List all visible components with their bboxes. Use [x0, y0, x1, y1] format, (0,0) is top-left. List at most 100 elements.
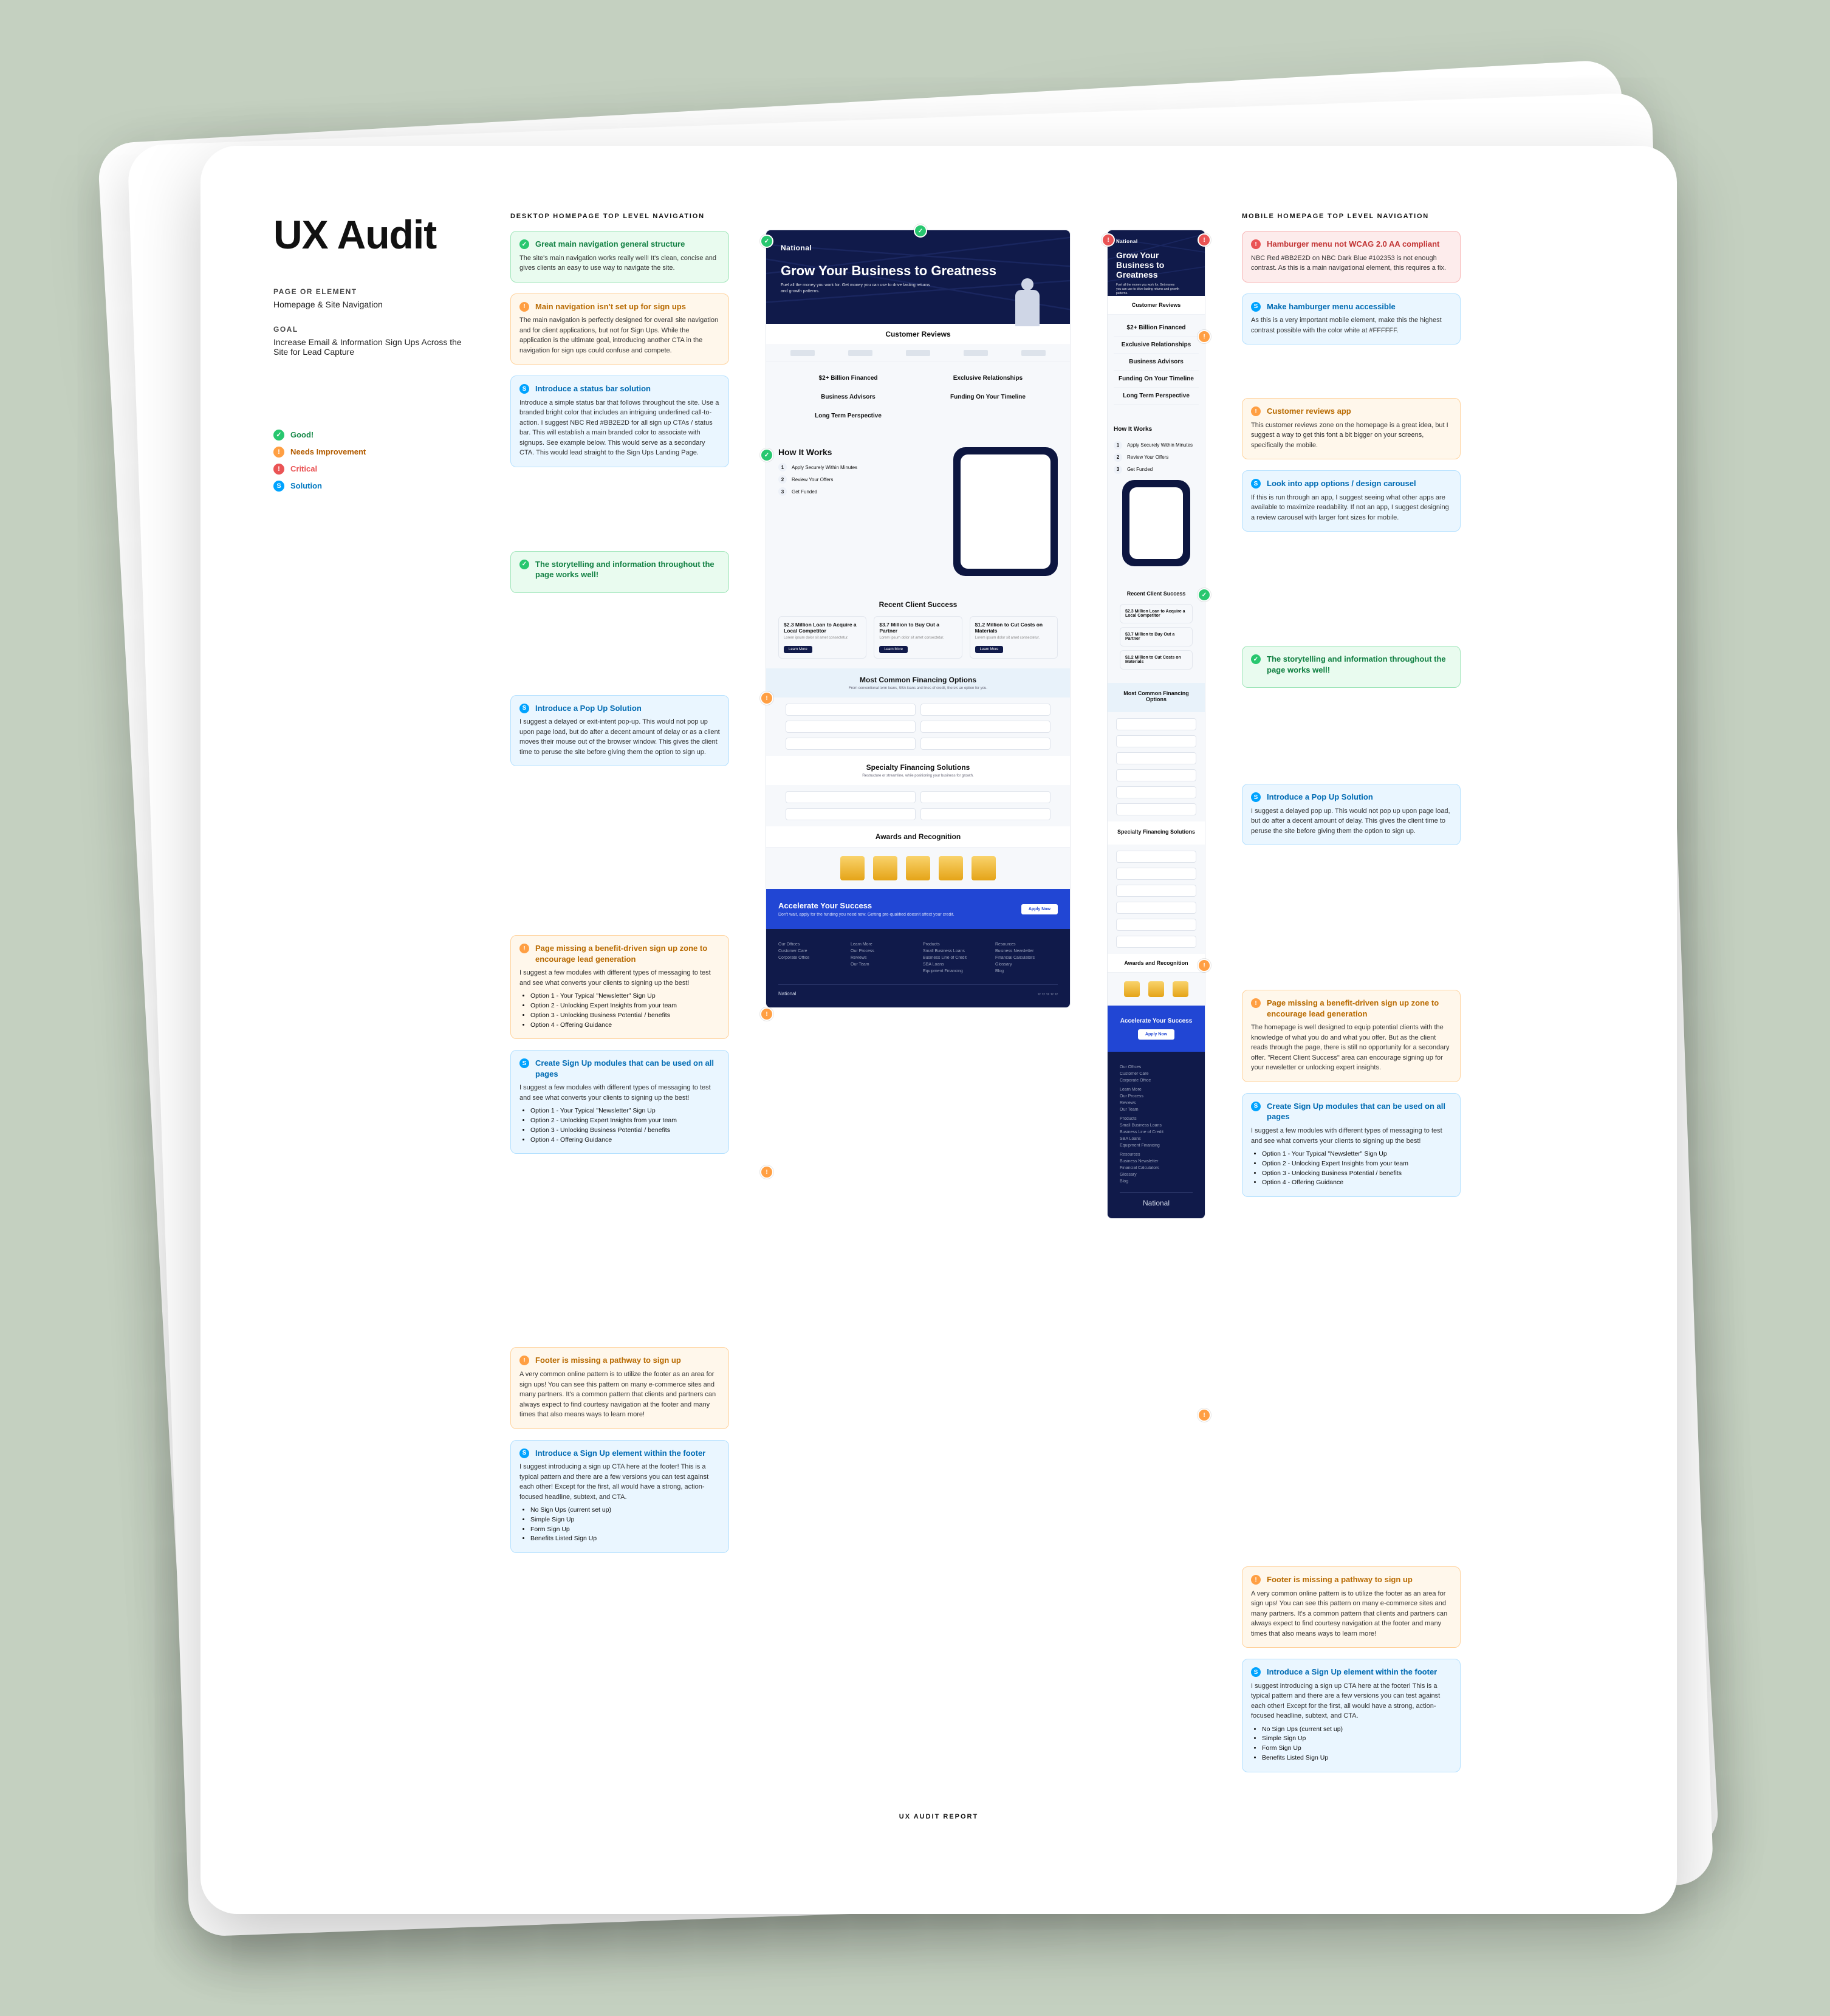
hiw-step: 3Get Funded	[1114, 465, 1199, 474]
audit-note: The storytelling and information through…	[510, 551, 729, 593]
case-1: $2.3 Million Loan to Acquire a Local Com…	[1125, 609, 1187, 618]
note-title: Create Sign Up modules that can be used …	[535, 1058, 720, 1079]
cta-button[interactable]: Apply Now	[1021, 904, 1058, 914]
marker-needs-icon: !	[1198, 959, 1211, 972]
audit-note: Hamburger menu not WCAG 2.0 AA compliant…	[1242, 231, 1461, 283]
note-body: A very common online pattern is to utili…	[1251, 1589, 1451, 1639]
hero-title: Grow Your Business to Greatness	[1116, 250, 1196, 279]
solution-icon	[519, 1058, 529, 1068]
marker-good-icon: ✓	[1198, 588, 1211, 602]
specialty-sub: Restructure or streamline, while positio…	[775, 774, 1061, 778]
legend: Good! Needs Improvement Critical Solutio…	[273, 430, 474, 492]
desktop-screenshot-container: National Grow Your Business to Greatness…	[766, 230, 1071, 1008]
note-title: Introduce a Pop Up Solution	[1267, 792, 1373, 803]
cta-title: Accelerate Your Success	[778, 901, 954, 910]
legend-good: Good!	[290, 430, 314, 439]
needs-icon	[519, 944, 529, 953]
audit-note: Great main navigation general structureT…	[510, 231, 729, 283]
note-body: As this is a very important mobile eleme…	[1251, 315, 1451, 335]
mobile-screenshot-container: National Grow Your Business to Greatness…	[1107, 230, 1205, 1219]
needs-icon	[1251, 406, 1261, 416]
solution-icon	[1251, 1667, 1261, 1677]
hero-illustration	[1009, 275, 1046, 324]
cta-button[interactable]: Apply Now	[1138, 1029, 1174, 1040]
note-body: The homepage is well designed to equip p…	[1251, 1023, 1451, 1073]
audit-note: Make hamburger menu accessibleAs this is…	[1242, 293, 1461, 345]
specialty-title: Specialty Financing Solutions	[775, 763, 1061, 772]
note-title: Customer reviews app	[1267, 406, 1351, 417]
solution-icon	[1251, 302, 1261, 312]
solution-icon	[519, 384, 529, 394]
marker-critical-icon: !	[1198, 233, 1211, 247]
specialty-title: Specialty Financing Solutions	[1116, 829, 1196, 835]
note-body: NBC Red #BB2E2D on NBC Dark Blue #102353…	[1251, 253, 1451, 273]
audit-note: Introduce a Pop Up SolutionI suggest a d…	[510, 695, 729, 767]
audit-note: Footer is missing a pathway to sign up A …	[1242, 1566, 1461, 1648]
goal-value: Increase Email & Information Sign Ups Ac…	[273, 337, 474, 357]
note-title: Introduce a Sign Up element within the f…	[535, 1448, 705, 1459]
footer-col: ProductsSmall Business LoansBusiness Lin…	[923, 940, 985, 976]
feature-item: Funding On Your Timeline	[918, 388, 1058, 406]
financing-title: Most Common Financing Options	[775, 676, 1061, 684]
marker-needs-icon: !	[760, 691, 773, 705]
feature-item: Long Term Perspective	[778, 406, 918, 425]
footer-col: ResourcesBusiness NewsletterFinancial Ca…	[995, 940, 1058, 976]
hiw-step: 1Apply Securely Within Minutes	[1114, 441, 1199, 450]
hero-sub: Fuel all the money you work for. Get mon…	[1116, 283, 1181, 296]
audit-page: UX Audit PAGE OR ELEMENT Homepage & Site…	[200, 146, 1677, 1914]
note-body: I suggest introducing a sign up CTA here…	[519, 1462, 720, 1502]
note-body: I suggest introducing a sign up CTA here…	[1251, 1681, 1451, 1721]
note-list: Option 1 - Your Typical "Newsletter" Sig…	[1251, 1150, 1451, 1188]
good-icon	[1251, 654, 1261, 664]
mobile-notes-column: MOBILE HOMEPAGE TOP LEVEL NAVIGATION Ham…	[1242, 213, 1461, 1783]
solution-icon	[273, 481, 284, 492]
financing-title: Most Common Financing Options	[1116, 690, 1196, 702]
note-body: I suggest a few modules with different t…	[1251, 1126, 1451, 1146]
case-3: $1.2 Million to Cut Costs on Materials	[1125, 656, 1187, 664]
legend-solution: Solution	[290, 481, 322, 490]
solution-icon	[1251, 1102, 1261, 1111]
footer-col: Learn MoreOur ProcessReviewsOur Team	[851, 940, 913, 976]
needs-icon	[1251, 1575, 1261, 1585]
note-title: The storytelling and information through…	[535, 559, 720, 580]
marker-needs-icon: !	[1198, 1408, 1211, 1422]
footer-col: ProductsSmall Business LoansBusiness Lin…	[1120, 1117, 1193, 1148]
sidebar: UX Audit PAGE OR ELEMENT Homepage & Site…	[273, 213, 474, 498]
note-title: Introduce a status bar solution	[535, 383, 651, 394]
note-list: No Sign Ups (current set up)Simple Sign …	[1251, 1725, 1451, 1763]
page-label: PAGE OR ELEMENT	[273, 287, 474, 296]
case-1: $2.3 Million Loan to Acquire a Local Com…	[784, 622, 861, 634]
note-body: If this is run through an app, I suggest…	[1251, 493, 1451, 523]
note-title: Footer is missing a pathway to sign up	[535, 1355, 681, 1366]
critical-icon	[1251, 239, 1261, 249]
hiw-step: 2Review Your Offers	[778, 475, 941, 484]
case-2: $3.7 Million to Buy Out a Partner	[1125, 633, 1187, 641]
audit-note: Page missing a benefit-driven sign up zo…	[510, 935, 729, 1039]
note-title: Page missing a benefit-driven sign up zo…	[535, 943, 720, 964]
audit-note: The storytelling and information through…	[1242, 646, 1461, 688]
note-list: Option 1 - Your Typical "Newsletter" Sig…	[519, 992, 720, 1030]
footer-col: ResourcesBusiness NewsletterFinancial Ca…	[1120, 1153, 1193, 1184]
note-body: The main navigation is perfectly designe…	[519, 315, 720, 355]
marker-needs-icon: !	[1198, 330, 1211, 343]
note-title: Footer is missing a pathway to sign up	[1267, 1574, 1413, 1585]
hiw-step: 3Get Funded	[778, 487, 941, 496]
desktop-screenshot: National Grow Your Business to Greatness…	[766, 230, 1071, 1008]
footer-label: UX AUDIT REPORT	[273, 1813, 1604, 1820]
footer-col: Our OfficesCustomer CareCorporate Office	[778, 940, 841, 976]
awards-title: Awards and Recognition	[766, 832, 1070, 841]
case-3: $1.2 Million to Cut Costs on Materials	[975, 622, 1052, 634]
solution-icon	[1251, 479, 1261, 489]
audit-note: Customer reviews appThis customer review…	[1242, 398, 1461, 459]
audit-note: Introduce a Sign Up element within the f…	[1242, 1659, 1461, 1772]
marker-needs-icon: !	[760, 1165, 773, 1179]
note-title: Great main navigation general structure	[535, 239, 685, 250]
footer-brand: National	[1143, 1199, 1170, 1207]
note-title: Look into app options / design carousel	[1267, 478, 1416, 489]
note-title: The storytelling and information through…	[1267, 654, 1451, 675]
audit-note: Introduce a status bar solutionIntroduce…	[510, 375, 729, 467]
feature-item: Business Advisors	[778, 388, 918, 406]
feature-item: $2+ Billion Financed	[778, 369, 918, 388]
brand-logo: National	[781, 244, 1055, 252]
needs-icon	[519, 302, 529, 312]
